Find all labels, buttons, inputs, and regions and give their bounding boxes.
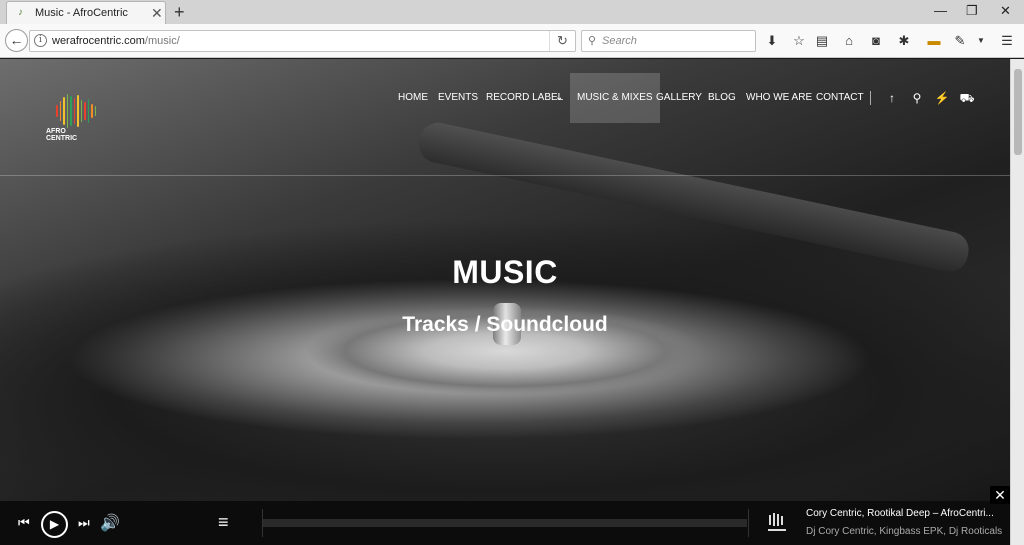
logo-bar bbox=[59, 101, 61, 121]
header-divider bbox=[0, 175, 1010, 176]
site-logo[interactable]: AFRO CENTRIC bbox=[46, 94, 96, 142]
new-tab-icon[interactable]: + bbox=[174, 1, 185, 23]
site-info-icon[interactable]: i bbox=[34, 34, 47, 47]
bookmark-star-icon[interactable]: ☆ bbox=[791, 33, 807, 49]
play-icon[interactable]: ▶ bbox=[41, 511, 68, 538]
track-artists: Dj Cory Centric, Kingbass EPK, Dj Rootic… bbox=[806, 526, 1003, 537]
chevron-down-icon[interactable]: ⌄ bbox=[555, 73, 563, 123]
browser-toolbar: ← i werafrocentric.com/music/ ↻ ⚲ Search… bbox=[0, 24, 1024, 58]
track-artwork-logo bbox=[768, 513, 786, 531]
page-title: MUSIC bbox=[452, 254, 558, 290]
next-track-icon[interactable]: ⏭ bbox=[78, 515, 90, 531]
tab-bar: ♪ Music - AfroCentric ✕ + — ❐ ✕ bbox=[0, 0, 1024, 24]
logo-bar bbox=[80, 100, 82, 122]
addon-icon[interactable]: ▬ bbox=[926, 33, 942, 49]
logo-text-line2: CENTRIC bbox=[46, 135, 78, 142]
logo-bar bbox=[66, 94, 68, 128]
previous-track-icon[interactable]: ⏮ bbox=[18, 515, 30, 531]
chevron-down-icon[interactable]: ▼ bbox=[973, 33, 989, 49]
search-icon: ⚲ bbox=[588, 35, 597, 47]
logo-bar bbox=[91, 104, 93, 118]
logo-bar bbox=[77, 95, 79, 127]
volume-icon[interactable]: 🔊 bbox=[100, 513, 120, 533]
url-path: /music/ bbox=[144, 35, 180, 47]
minimize-icon[interactable]: — bbox=[934, 2, 947, 20]
seek-bar[interactable] bbox=[263, 519, 747, 527]
page-subtitle: Tracks / Soundcloud bbox=[402, 313, 608, 336]
nav-contact[interactable]: CONTACT bbox=[816, 73, 864, 123]
logo-text-line1: AFRO bbox=[46, 128, 66, 135]
player-divider bbox=[748, 509, 749, 537]
logo-bar bbox=[87, 99, 89, 123]
reload-icon[interactable]: ↻ bbox=[549, 31, 575, 51]
nav-record-label[interactable]: RECORD LABEL bbox=[486, 73, 563, 123]
cart-icon[interactable]: ⛟ bbox=[959, 88, 975, 108]
url-domain: werafrocentric.com bbox=[52, 35, 145, 47]
nav-events[interactable]: EVENTS bbox=[438, 73, 478, 123]
logo-bar bbox=[94, 106, 96, 116]
close-window-icon[interactable]: ✕ bbox=[1000, 2, 1011, 20]
scroll-thumb[interactable] bbox=[1014, 69, 1022, 155]
tonearm-image bbox=[415, 119, 972, 275]
nav-blog[interactable]: BLOG bbox=[708, 73, 736, 123]
address-bar[interactable]: i werafrocentric.com/music/ ↻ bbox=[29, 30, 576, 52]
nav-who-we-are[interactable]: WHO WE ARE bbox=[746, 73, 812, 123]
restore-icon[interactable]: ❐ bbox=[966, 2, 978, 20]
logo-bar bbox=[84, 102, 86, 120]
pocket-icon[interactable]: ◙ bbox=[868, 33, 884, 49]
nav-music-mixes[interactable]: MUSIC & MIXES bbox=[570, 73, 660, 123]
logo-bar bbox=[70, 96, 72, 126]
playlist-icon[interactable]: ≡ bbox=[218, 512, 229, 533]
nav-gallery[interactable]: GALLERY bbox=[656, 73, 702, 123]
url-text[interactable]: werafrocentric.com/music/ bbox=[52, 35, 180, 47]
logo-bar bbox=[56, 105, 58, 117]
track-title[interactable]: Cory Centric, Rootikal Deep – AfroCentri… bbox=[806, 508, 994, 519]
logo-mark bbox=[46, 94, 96, 128]
lightning-icon[interactable]: ⚡ bbox=[934, 88, 950, 108]
nav-divider bbox=[870, 91, 871, 105]
track-artwork bbox=[765, 511, 789, 535]
audio-player: ⏮ ▶ ⏭ 🔊 ≡ Cory Centric, Rootikal Deep – … bbox=[0, 501, 1010, 545]
page-scrollbar[interactable] bbox=[1010, 59, 1024, 545]
favicon-icon: ♪ bbox=[18, 7, 23, 18]
search-box[interactable]: ⚲ Search bbox=[581, 30, 756, 52]
browser-tab[interactable]: ♪ Music - AfroCentric ✕ bbox=[6, 1, 166, 24]
close-player-icon[interactable]: ✕ bbox=[990, 486, 1010, 504]
close-tab-icon[interactable]: ✕ bbox=[151, 5, 163, 21]
logo-bar bbox=[73, 98, 75, 124]
search-placeholder: Search bbox=[602, 35, 637, 47]
search-icon[interactable]: ⚲ bbox=[909, 88, 925, 108]
tab-title: Music - AfroCentric bbox=[35, 7, 128, 19]
back-arrow-icon[interactable]: ← bbox=[5, 29, 28, 52]
nav-home[interactable]: HOME bbox=[398, 73, 428, 123]
arrow-up-icon[interactable]: ↑ bbox=[884, 88, 900, 108]
reading-list-icon[interactable]: ▤ bbox=[814, 33, 830, 49]
pen-tool-icon[interactable]: ✎ bbox=[952, 33, 968, 49]
home-icon[interactable]: ⌂ bbox=[841, 33, 857, 49]
logo-bar bbox=[63, 97, 65, 125]
download-icon[interactable]: ⬇ bbox=[764, 33, 780, 49]
extension-icon[interactable]: ✱ bbox=[896, 33, 912, 49]
hamburger-menu-icon[interactable]: ☰ bbox=[999, 33, 1015, 49]
hero-section: AFRO CENTRIC HOME EVENTS RECORD LABEL ⌄ … bbox=[0, 59, 1010, 545]
